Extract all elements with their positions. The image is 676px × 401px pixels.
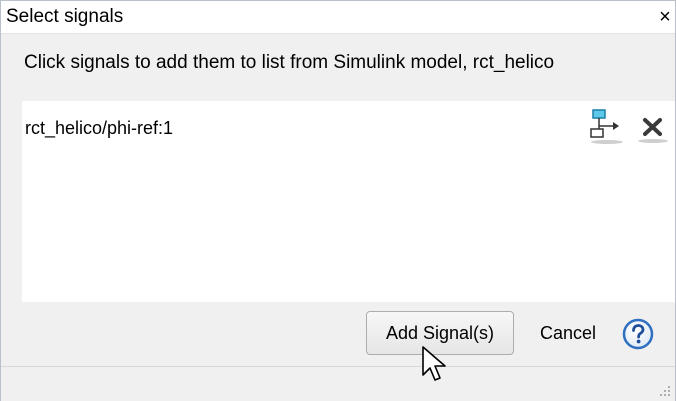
close-button[interactable]: × bbox=[656, 7, 674, 27]
resize-grip-icon[interactable] bbox=[657, 383, 671, 397]
help-icon[interactable] bbox=[622, 318, 654, 350]
signal-list: rct_helico/phi-ref:1 bbox=[22, 101, 675, 302]
title-bar: Select signals × bbox=[1, 1, 675, 34]
cancel-button[interactable]: Cancel bbox=[524, 311, 612, 355]
remove-icon[interactable] bbox=[636, 112, 670, 144]
mouse-pointer-icon bbox=[422, 346, 446, 381]
dialog-title: Select signals bbox=[6, 6, 124, 27]
select-signals-dialog: Select signals × Click signals to add th… bbox=[0, 0, 676, 401]
signal-row[interactable]: rct_helico/phi-ref:1 bbox=[22, 101, 675, 149]
signal-name: rct_helico/phi-ref:1 bbox=[25, 118, 174, 138]
status-bar bbox=[1, 366, 675, 401]
instruction-text: Click signals to add them to list from S… bbox=[24, 52, 555, 73]
highlight-signal-icon[interactable] bbox=[587, 107, 627, 145]
